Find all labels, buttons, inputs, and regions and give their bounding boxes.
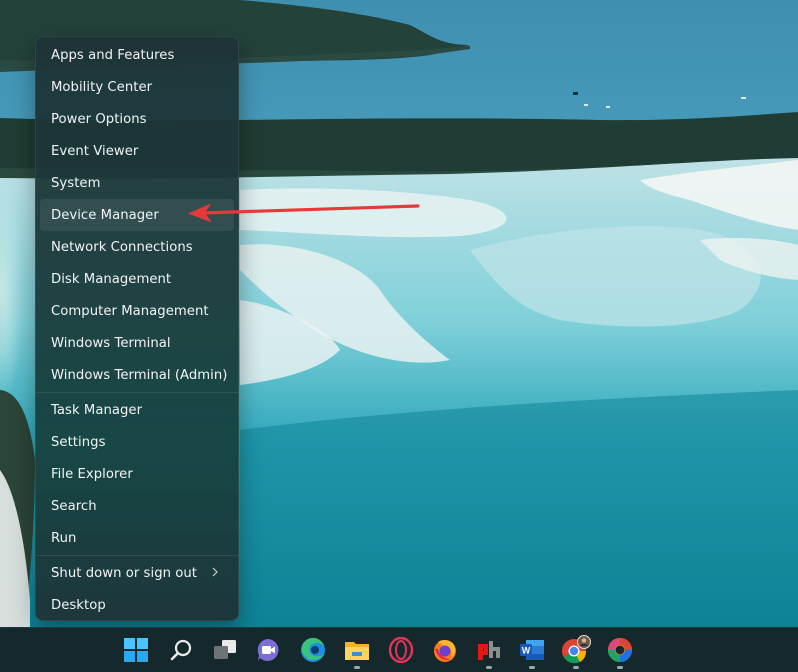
opera-gx-icon bbox=[388, 637, 414, 663]
edge-canary-icon bbox=[608, 638, 632, 662]
menu-item-label: Run bbox=[51, 530, 77, 546]
chrome-profile-icon bbox=[562, 635, 591, 664]
menu-item-label: Apps and Features bbox=[51, 47, 175, 63]
menu-item-label: Event Viewer bbox=[51, 143, 139, 159]
menu-item-windows-terminal[interactable]: Windows Terminal bbox=[40, 327, 234, 359]
taskbar-firefox-button[interactable] bbox=[429, 634, 461, 666]
menu-item-label: System bbox=[51, 175, 101, 191]
menu-item-label: File Explorer bbox=[51, 466, 133, 482]
taskbar-edge-canary-button[interactable] bbox=[604, 634, 636, 669]
menu-item-settings[interactable]: Settings bbox=[40, 426, 234, 458]
search-icon bbox=[170, 639, 192, 661]
running-indicator bbox=[617, 666, 623, 669]
taskbar-start-button[interactable] bbox=[120, 634, 152, 666]
menu-item-run[interactable]: Run bbox=[40, 522, 234, 554]
taskbar-chrome-button[interactable] bbox=[560, 634, 592, 669]
running-indicator bbox=[486, 666, 492, 669]
menu-item-label: Network Connections bbox=[51, 239, 193, 255]
menu-separator bbox=[36, 392, 238, 393]
menu-item-label: Mobility Center bbox=[51, 79, 153, 95]
menu-item-system[interactable]: System bbox=[40, 167, 234, 199]
menu-item-label: Power Options bbox=[51, 111, 147, 127]
menu-item-label: Device Manager bbox=[51, 207, 159, 223]
menu-item-apps-and-features[interactable]: Apps and Features bbox=[40, 39, 234, 71]
taskbar-task-view-button[interactable] bbox=[209, 634, 241, 666]
menu-item-label: Shut down or sign out bbox=[51, 565, 198, 581]
menu-item-label: Search bbox=[51, 498, 97, 514]
taskbar: W bbox=[0, 627, 798, 672]
menu-separator bbox=[36, 555, 238, 556]
running-indicator bbox=[529, 666, 535, 669]
running-indicator bbox=[573, 666, 579, 669]
start-icon bbox=[124, 638, 148, 662]
menu-item-label: Computer Management bbox=[51, 303, 209, 319]
running-indicator bbox=[354, 666, 360, 669]
word-icon: W bbox=[520, 640, 544, 660]
edge-icon bbox=[301, 637, 325, 662]
menu-item-event-viewer[interactable]: Event Viewer bbox=[40, 135, 234, 167]
menu-item-mobility-center[interactable]: Mobility Center bbox=[40, 71, 234, 103]
taskbar-file-explorer-button[interactable] bbox=[341, 634, 373, 669]
menu-item-computer-management[interactable]: Computer Management bbox=[40, 295, 234, 327]
menu-item-network-connections[interactable]: Network Connections bbox=[40, 231, 234, 263]
svg-text:W: W bbox=[522, 646, 531, 656]
taskbar-opera-button[interactable] bbox=[385, 634, 417, 666]
file-explorer-icon bbox=[345, 642, 369, 660]
menu-item-label: Disk Management bbox=[51, 271, 172, 287]
taskbar-search-button[interactable] bbox=[165, 634, 197, 666]
menu-item-power-options[interactable]: Power Options bbox=[40, 103, 234, 135]
menu-item-search[interactable]: Search bbox=[40, 490, 234, 522]
taskbar-ph-app-button[interactable] bbox=[473, 634, 505, 669]
taskbar-edge-button[interactable] bbox=[297, 634, 329, 666]
menu-item-label: Windows Terminal bbox=[51, 335, 171, 351]
winx-context-menu: Apps and Features Mobility Center Power … bbox=[35, 36, 239, 621]
menu-item-label: Settings bbox=[51, 434, 106, 450]
firefox-icon bbox=[434, 640, 456, 662]
chevron-right-icon bbox=[212, 567, 218, 577]
taskbar-chat-button[interactable] bbox=[252, 634, 284, 666]
menu-item-shut-down-or-sign-out[interactable]: Shut down or sign out bbox=[40, 557, 234, 589]
menu-item-task-manager[interactable]: Task Manager bbox=[40, 394, 234, 426]
menu-item-desktop[interactable]: Desktop bbox=[40, 589, 234, 621]
menu-item-label: Desktop bbox=[51, 597, 106, 613]
menu-item-device-manager[interactable]: Device Manager bbox=[40, 199, 234, 231]
taskbar-word-button[interactable]: W bbox=[516, 634, 548, 669]
teams-chat-icon bbox=[257, 639, 279, 661]
ph-app-icon bbox=[478, 641, 500, 660]
menu-item-label: Windows Terminal (Admin) bbox=[51, 367, 228, 383]
menu-item-file-explorer[interactable]: File Explorer bbox=[40, 458, 234, 490]
menu-item-label: Task Manager bbox=[51, 402, 143, 418]
task-view-icon bbox=[214, 640, 236, 659]
menu-item-disk-management[interactable]: Disk Management bbox=[40, 263, 234, 295]
menu-item-windows-terminal-admin[interactable]: Windows Terminal (Admin) bbox=[40, 359, 234, 391]
